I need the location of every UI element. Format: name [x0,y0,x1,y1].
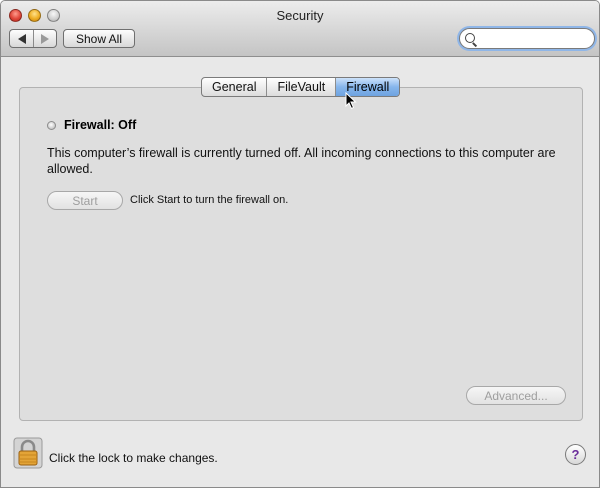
history-nav [9,29,57,48]
tab-bar: General FileVault Firewall [201,77,401,97]
tab-general[interactable]: General [202,78,266,96]
search-field[interactable] [459,28,595,49]
search-icon [465,33,475,43]
start-hint: Click Start to turn the firewall on. [130,194,289,206]
preferences-window: Security Show All General FileVault Fire… [0,0,600,488]
search-input[interactable] [478,30,588,47]
window-title: Security [276,8,324,23]
tab-content-panel [19,87,583,421]
lock-icon[interactable] [13,437,43,469]
firewall-status-title: Firewall: Off [64,118,137,132]
help-button[interactable]: ? [565,444,586,465]
firewall-status: Firewall: Off [47,118,136,132]
lock-hint: Click the lock to make changes. [49,451,218,465]
back-arrow-icon [17,33,26,44]
mouse-pointer-icon [345,92,357,110]
forward-button[interactable] [33,30,56,47]
title-bar: Security Show All [1,1,599,57]
tab-filevault[interactable]: FileVault [266,78,335,96]
forward-arrow-icon [41,33,49,44]
help-icon: ? [571,447,580,462]
firewall-description: This computer’s firewall is currently tu… [47,146,556,176]
back-button[interactable] [10,30,33,47]
advanced-button[interactable]: Advanced... [466,386,566,405]
status-indicator-icon [47,120,56,130]
show-all-button[interactable]: Show All [63,29,135,48]
start-button[interactable]: Start [47,191,123,210]
